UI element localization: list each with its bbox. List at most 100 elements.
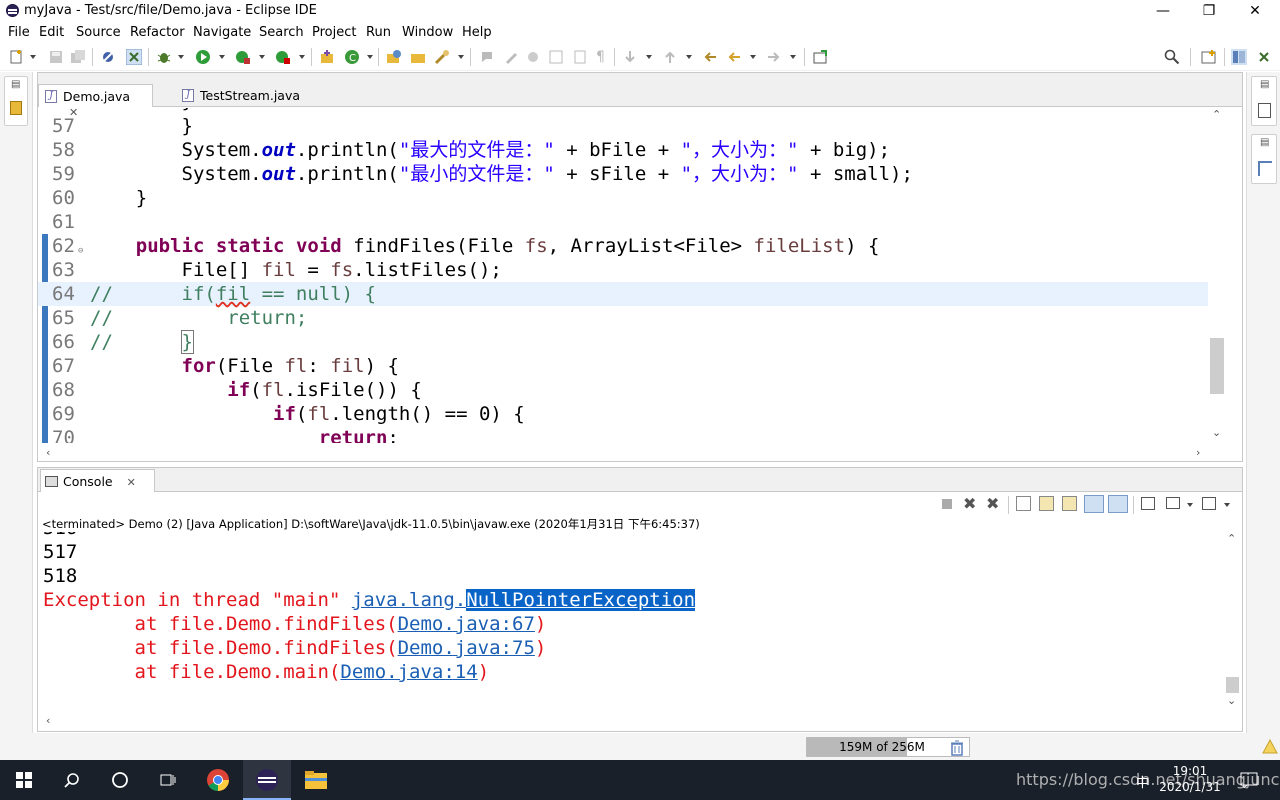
console-output[interactable]: 516 517 518 Exception in thread "main" j…	[38, 532, 1224, 710]
minimized-outline-stack-2[interactable]: ▤	[1251, 134, 1277, 184]
exception-class-link[interactable]: NullPointerException	[466, 589, 696, 611]
new-dropdown-icon[interactable]	[30, 55, 36, 59]
search-tool-icon[interactable]	[434, 49, 450, 65]
menu-refactor[interactable]: Refactor	[130, 25, 185, 40]
action-center-icon[interactable]	[1240, 772, 1258, 788]
taskbar-clock[interactable]: 19:01 2020/1/31	[1150, 763, 1230, 795]
minimized-view-stack[interactable]: ▤	[4, 76, 28, 126]
close-window-button[interactable]: ✕	[1232, 0, 1278, 22]
new-file-icon[interactable]	[8, 49, 24, 65]
open-console-dropdown-icon[interactable]	[1224, 503, 1230, 507]
close-console-icon[interactable]: ✕	[127, 476, 136, 489]
stack-frame-link[interactable]: Demo.java:67	[398, 613, 535, 635]
restore-icon[interactable]: ▤	[11, 79, 20, 90]
menu-help[interactable]: Help	[462, 25, 492, 40]
console-scroll-up-icon[interactable]: ⌃	[1227, 532, 1236, 545]
new-java-project-icon[interactable]	[319, 49, 335, 65]
console-scroll-down-icon[interactable]: ⌄	[1227, 694, 1236, 707]
annotation-icon[interactable]	[479, 49, 495, 65]
coverage-dropdown-icon[interactable]	[259, 55, 265, 59]
package-explorer-icon[interactable]	[10, 101, 22, 115]
new-class-icon[interactable]: C	[344, 49, 360, 65]
chrome-taskbar-button[interactable]	[194, 760, 242, 800]
editor-vertical-scrollbar[interactable]: ⌃ ⌄	[1208, 108, 1228, 443]
stack-frame-link[interactable]: Demo.java:75	[398, 637, 535, 659]
menu-file[interactable]: File	[8, 25, 30, 40]
clear-console-icon[interactable]	[1016, 496, 1031, 511]
code-editor[interactable]: } 57 } 58 System.out.println("最大的文件是：" +…	[38, 108, 1242, 443]
open-folder-icon[interactable]	[410, 49, 426, 65]
show-whitespace-icon[interactable]	[572, 49, 588, 65]
save-icon[interactable]	[48, 49, 64, 65]
editor-horizontal-scrollbar[interactable]: ‹ ›	[38, 445, 1242, 461]
tab-demo-java[interactable]: J Demo.java ✕	[38, 84, 153, 119]
show-on-stdout-icon[interactable]	[1084, 495, 1104, 513]
next-edit-icon[interactable]	[622, 49, 638, 65]
heap-status[interactable]: 159M of 256M	[806, 737, 970, 757]
open-type-icon[interactable]	[386, 49, 402, 65]
pilcrow-icon[interactable]: ¶	[596, 49, 612, 65]
stack-frame-link[interactable]: Demo.java:14	[340, 661, 477, 683]
restore-button[interactable]: ❐	[1186, 0, 1232, 22]
exception-package-link[interactable]: java.lang.	[352, 589, 466, 611]
pen-icon[interactable]	[503, 49, 519, 65]
terminate-icon[interactable]	[942, 499, 952, 509]
scroll-up-icon[interactable]: ⌃	[1212, 108, 1221, 121]
forward-dropdown-icon[interactable]	[790, 55, 796, 59]
forward-icon[interactable]	[766, 49, 782, 65]
next-edit-dropdown-icon[interactable]	[646, 55, 652, 59]
restore-right-2-icon[interactable]: ▤	[1260, 137, 1269, 148]
last-edit-icon[interactable]	[702, 49, 718, 65]
task-view-button[interactable]	[144, 760, 192, 800]
minimized-outline-stack[interactable]: ▤	[1251, 76, 1277, 126]
menu-project[interactable]: Project	[312, 25, 356, 40]
console-horizontal-scrollbar[interactable]: ‹	[38, 712, 1224, 730]
console-vertical-scrollbar[interactable]: ⌃ ⌄	[1224, 532, 1242, 710]
run-dropdown-icon[interactable]	[219, 55, 225, 59]
debug-dropdown-icon[interactable]	[178, 55, 184, 59]
task-list-icon[interactable]	[1258, 103, 1271, 118]
pin-editor-icon[interactable]	[812, 49, 828, 65]
search-dropdown-icon[interactable]	[458, 55, 464, 59]
search-icon[interactable]	[1164, 49, 1180, 65]
menu-window[interactable]: Window	[402, 25, 453, 40]
prev-edit-icon[interactable]	[662, 49, 678, 65]
taskbar-search-button[interactable]	[48, 760, 96, 800]
eclipse-taskbar-button[interactable]	[243, 760, 291, 800]
run-icon[interactable]	[195, 49, 211, 65]
scroll-left-icon[interactable]: ‹	[46, 446, 50, 459]
display-console-icon[interactable]	[1166, 497, 1180, 509]
display-console-dropdown-icon[interactable]	[1187, 503, 1193, 507]
remove-all-terminated-icon[interactable]: ✖	[986, 494, 999, 513]
back-icon[interactable]	[726, 49, 742, 65]
debug-perspective-icon[interactable]	[126, 49, 142, 65]
tab-teststream-java[interactable]: J TestStream.java	[176, 84, 304, 107]
pin-console-icon[interactable]	[1141, 497, 1155, 510]
restore-right-icon[interactable]: ▤	[1260, 79, 1269, 90]
debug-perspective-small-icon[interactable]	[1256, 49, 1272, 65]
editor-scroll-thumb[interactable]	[1210, 338, 1224, 394]
console-scroll-thumb[interactable]	[1226, 677, 1239, 693]
show-on-stderr-icon[interactable]	[1108, 495, 1128, 513]
save-all-icon[interactable]	[70, 49, 86, 65]
scroll-right-icon[interactable]: ›	[1196, 446, 1200, 459]
explorer-taskbar-button[interactable]	[292, 760, 340, 800]
minimize-button[interactable]: —	[1140, 0, 1186, 22]
menu-edit[interactable]: Edit	[39, 25, 64, 40]
java-perspective-icon[interactable]	[1231, 49, 1247, 65]
remove-launch-icon[interactable]: ✖	[963, 494, 976, 513]
external-tools-dropdown-icon[interactable]	[299, 55, 305, 59]
garbage-collect-icon[interactable]	[950, 740, 964, 756]
debug-bug-icon[interactable]	[156, 49, 172, 65]
skip-breakpoints-icon[interactable]	[100, 49, 116, 65]
prev-edit-dropdown-icon[interactable]	[686, 55, 692, 59]
menu-search[interactable]: Search	[259, 25, 304, 40]
word-wrap-icon[interactable]	[1062, 496, 1077, 511]
outline-icon[interactable]	[1258, 161, 1272, 176]
external-tools-icon[interactable]	[275, 49, 291, 65]
cortana-button[interactable]	[96, 760, 144, 800]
scroll-down-icon[interactable]: ⌄	[1212, 426, 1221, 439]
coverage-icon[interactable]	[235, 49, 251, 65]
ime-indicator[interactable]: 中	[1136, 772, 1149, 791]
menu-navigate[interactable]: Navigate	[193, 25, 251, 40]
